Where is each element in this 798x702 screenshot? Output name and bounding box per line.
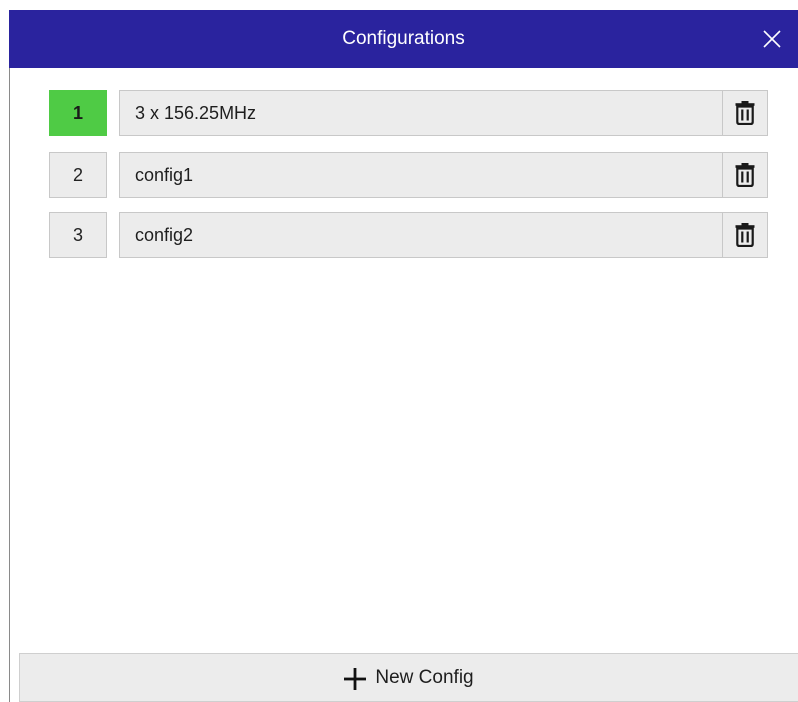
config-name-field[interactable]: 3 x 156.25MHz — [119, 90, 724, 136]
trash-icon — [735, 101, 755, 125]
config-row: 2 config1 — [49, 152, 771, 198]
config-name-field[interactable]: config1 — [119, 152, 724, 198]
config-row: 1 3 x 156.25MHz — [49, 90, 771, 136]
trash-icon — [735, 163, 755, 187]
new-config-label: New Config — [375, 667, 474, 688]
trash-icon — [735, 223, 755, 247]
delete-config-1-button[interactable] — [722, 90, 768, 136]
config-row: 3 config2 — [49, 212, 771, 258]
config-name-field[interactable]: config2 — [119, 212, 724, 258]
title-bar: Configurations — [9, 10, 798, 68]
delete-config-3-button[interactable] — [722, 212, 768, 258]
delete-config-2-button[interactable] — [722, 152, 768, 198]
plus-icon — [344, 668, 367, 690]
close-button[interactable] — [762, 29, 782, 49]
config-number-3-button[interactable]: 3 — [49, 212, 107, 258]
window-left-border — [9, 68, 10, 702]
config-number-2-button[interactable]: 2 — [49, 152, 107, 198]
close-icon — [763, 30, 781, 48]
new-config-content: New Config — [20, 654, 798, 702]
configurations-window: Configurations 1 3 x 156.25MHz 2 config1 — [0, 0, 798, 702]
config-number-1-button[interactable]: 1 — [49, 90, 107, 136]
new-config-button[interactable]: New Config — [19, 653, 798, 702]
dialog-title: Configurations — [342, 28, 465, 49]
